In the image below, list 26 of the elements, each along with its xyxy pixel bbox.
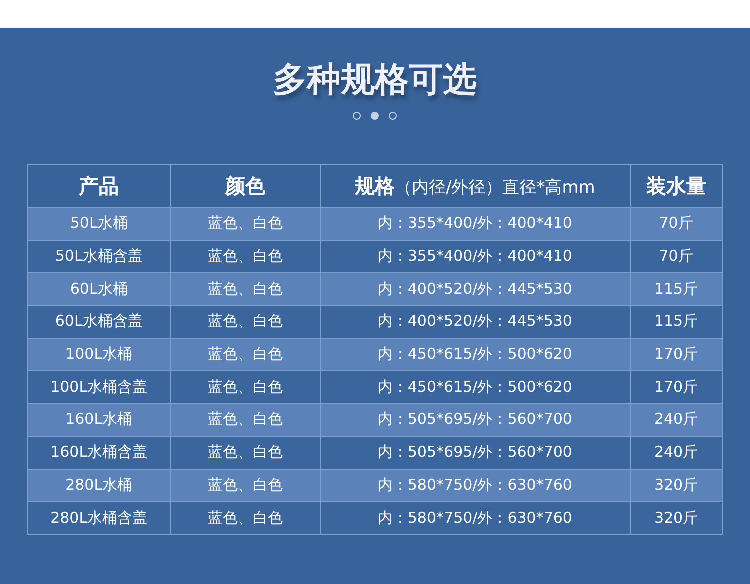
table-cell: 内：580*750/外：630*760 xyxy=(320,502,630,534)
pager-dot[interactable] xyxy=(389,112,397,120)
section-title: 多种规格可选 xyxy=(273,59,477,102)
table-cell: 蓝色、白色 xyxy=(170,208,320,240)
table-cell: 70斤 xyxy=(630,208,722,240)
table-cell: 内：505*695/外：560*700 xyxy=(320,436,630,469)
table-cell: 280L水桶含盖 xyxy=(28,502,171,534)
table-cell: 60L水桶含盖 xyxy=(28,306,171,338)
table-cell: 115斤 xyxy=(630,306,722,338)
column-header: 规格（内径/外径）直径*高mm xyxy=(320,164,630,208)
table-cell: 蓝色、白色 xyxy=(170,502,320,534)
table-cell: 240斤 xyxy=(630,436,722,469)
table-cell: 50L水桶 xyxy=(28,208,171,240)
table-cell: 内：400*520/外：445*530 xyxy=(320,306,630,338)
table-cell: 内：505*695/外：560*700 xyxy=(320,404,630,436)
pager-dot[interactable] xyxy=(371,112,379,120)
column-header: 产品 xyxy=(28,164,171,208)
table-cell: 蓝色、白色 xyxy=(170,404,320,436)
table-cell: 内：355*400/外：400*410 xyxy=(320,208,630,240)
table-cell: 320斤 xyxy=(630,502,722,534)
table-cell: 蓝色、白色 xyxy=(170,436,320,469)
pager-dot[interactable] xyxy=(353,112,361,120)
table-cell: 160L水桶含盖 xyxy=(28,436,171,469)
table-cell: 160L水桶 xyxy=(28,404,171,436)
table-cell: 240斤 xyxy=(630,404,722,436)
table-cell: 蓝色、白色 xyxy=(170,306,320,338)
